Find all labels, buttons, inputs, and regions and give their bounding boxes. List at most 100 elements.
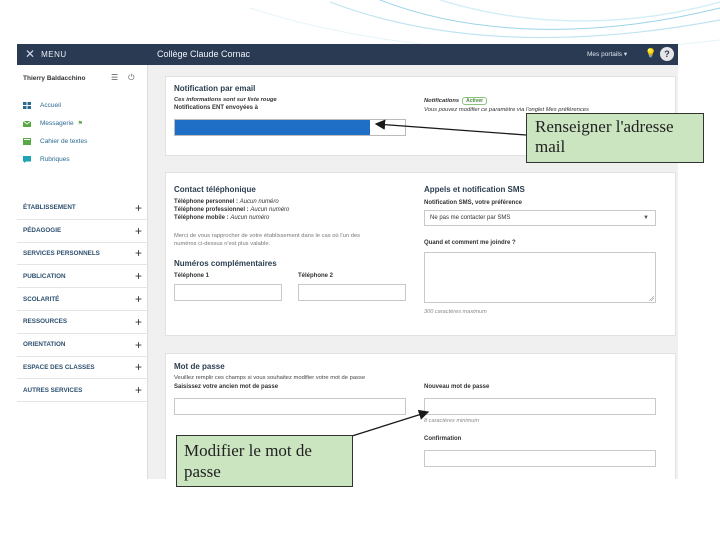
- sms-pref-select[interactable]: Ne pas me contacter par SMS ▼: [424, 210, 656, 226]
- menu-label: MENU: [41, 49, 67, 59]
- settings-icon[interactable]: ☰: [111, 73, 118, 83]
- password-callout: Modifier le mot de passe: [176, 435, 353, 487]
- phone-panel-title: Contact téléphonique: [174, 185, 256, 194]
- sidebar-item-messagerie[interactable]: Messagerie ⚑: [23, 114, 143, 132]
- when-label: Quand et comment me joindre ?: [424, 240, 516, 246]
- password-intro: Veuillez remplir ces champs si vous souh…: [174, 375, 366, 381]
- phone2-label: Téléphone 2: [298, 273, 334, 279]
- menu-button[interactable]: ✕ MENU: [25, 47, 67, 61]
- old-password-input[interactable]: [174, 398, 406, 415]
- when-textarea[interactable]: [424, 252, 656, 303]
- resize-handle-icon[interactable]: [649, 296, 654, 301]
- section-label: ÉTABLISSEMENT: [23, 204, 76, 212]
- close-icon: ✕: [25, 47, 36, 61]
- power-icon[interactable]: ⏻: [128, 73, 134, 83]
- max-chars-hint: 300 caractères maximum: [424, 309, 487, 315]
- phone1-input[interactable]: [174, 284, 282, 301]
- new-password-label: Nouveau mot de passe: [424, 384, 490, 390]
- caret-down-icon: ▼: [643, 215, 649, 221]
- user-actions: ☰ ⏻: [111, 73, 135, 83]
- notifications-status-badge[interactable]: Activer: [462, 97, 488, 105]
- section-label: RESSOURCES: [23, 318, 68, 326]
- pro-phone-label: Téléphone professionnel :: [174, 207, 249, 213]
- chat-icon: [23, 155, 31, 163]
- plus-icon[interactable]: +: [135, 224, 142, 238]
- sms-pref-value: Ne pas me contacter par SMS: [430, 215, 511, 221]
- section-label: AUTRES SERVICES: [23, 386, 83, 394]
- email-field[interactable]: [174, 119, 406, 136]
- sidebar-item-rubriques[interactable]: Rubriques: [23, 150, 143, 168]
- section-label: PUBLICATION: [23, 272, 66, 280]
- plus-icon[interactable]: +: [135, 246, 142, 260]
- confirm-password-input[interactable]: [424, 450, 656, 467]
- sidebar-nav: Accueil Messagerie ⚑ Cahier de textes Ru…: [23, 96, 143, 168]
- pro-phone-value: Aucun numéro: [250, 207, 290, 213]
- portails-dropdown[interactable]: Mes portails ▾: [587, 50, 627, 58]
- email-callout: Renseigner l'adresse mail: [526, 113, 704, 163]
- personal-phone-row: Téléphone personnel : Aucun numéro: [174, 199, 279, 205]
- book-icon: [23, 137, 31, 145]
- section-scolarite[interactable]: SCOLARITÉ +: [17, 288, 148, 311]
- user-name: Thierry Baldacchino: [23, 75, 86, 82]
- mobile-phone-row: Téléphone mobile : Aucun numéro: [174, 215, 269, 221]
- plus-icon[interactable]: +: [135, 383, 142, 397]
- mobile-phone-label: Téléphone mobile :: [174, 215, 229, 221]
- new-password-input[interactable]: [424, 398, 656, 415]
- email-panel-title: Notification par email: [174, 84, 256, 93]
- phone-note-line2: numéros ci-dessus n'est plus valable.: [174, 241, 271, 247]
- section-label: PÉDAGOGIE: [23, 227, 62, 235]
- old-password-label: Saisissez votre ancien mot de passe: [174, 384, 279, 390]
- plus-icon[interactable]: +: [135, 201, 142, 215]
- plus-icon[interactable]: +: [135, 269, 142, 283]
- sidebar-sections: ÉTABLISSEMENT + PÉDAGOGIE + SERVICES PERSO…: [17, 197, 148, 403]
- mail-icon: [23, 120, 31, 127]
- sidebar-item-accueil[interactable]: Accueil: [23, 96, 143, 114]
- section-label: SCOLARITÉ: [23, 295, 60, 303]
- section-espace-classes[interactable]: ESPACE DES CLASSES +: [17, 357, 148, 380]
- college-name: Collège Claude Cornac: [157, 49, 251, 59]
- phone1-label: Téléphone 1: [174, 273, 210, 279]
- extra-numbers-title: Numéros complémentaires: [174, 259, 277, 268]
- password-panel-title: Mot de passe: [174, 362, 225, 371]
- top-bar: ✕ MENU Collège Claude Cornac Mes portail…: [17, 44, 678, 65]
- screenshot-frame: ✕ MENU Collège Claude Cornac Mes portail…: [17, 44, 678, 479]
- section-publication[interactable]: PUBLICATION +: [17, 265, 148, 289]
- sidebar-item-label: Messagerie: [40, 119, 74, 127]
- plus-icon[interactable]: +: [135, 338, 142, 352]
- plus-icon[interactable]: +: [135, 360, 142, 374]
- section-ressources[interactable]: RESSOURCES +: [17, 311, 148, 334]
- sidebar-item-cahier[interactable]: Cahier de textes: [23, 132, 143, 150]
- notifications-row: Notifications Activer: [424, 97, 488, 105]
- help-button[interactable]: ?: [660, 47, 674, 61]
- sms-pref-label: Notification SMS, votre préférence: [424, 200, 523, 206]
- min-chars-hint: 8 caractères minimum: [424, 418, 480, 424]
- section-services-personnels[interactable]: SERVICES PERSONNELS +: [17, 243, 148, 266]
- section-etablissement[interactable]: ÉTABLISSEMENT +: [17, 197, 148, 220]
- plus-icon[interactable]: +: [135, 292, 142, 306]
- personal-phone-value: Aucun numéro: [239, 199, 279, 205]
- email-field-redaction: [175, 120, 370, 135]
- mobile-phone-value: Aucun numéro: [230, 215, 270, 221]
- section-pedagogie[interactable]: PÉDAGOGIE +: [17, 220, 148, 243]
- phone2-input[interactable]: [298, 284, 406, 301]
- email-panel-note: Ces informations sont sur liste rouge: [174, 97, 277, 103]
- section-autres-services[interactable]: AUTRES SERVICES +: [17, 379, 148, 403]
- sms-panel-title: Appels et notification SMS: [424, 185, 525, 194]
- sidebar: Thierry Baldacchino ☰ ⏻ Accueil Messager…: [17, 65, 148, 479]
- section-orientation[interactable]: ORIENTATION +: [17, 334, 148, 357]
- phone-note-line1: Merci de vous rapprocher de votre établi…: [174, 233, 361, 239]
- sidebar-item-label: Rubriques: [40, 155, 70, 163]
- lightbulb-icon[interactable]: 💡: [645, 48, 656, 59]
- grid-icon: [23, 101, 31, 109]
- notifications-label: Notifications: [424, 98, 460, 104]
- pro-phone-row: Téléphone professionnel : Aucun numéro: [174, 207, 289, 213]
- plus-icon[interactable]: +: [135, 315, 142, 329]
- phone-contact-panel: Contact téléphonique Téléphone personnel…: [165, 172, 676, 336]
- section-label: SERVICES PERSONNELS: [23, 249, 100, 257]
- sidebar-item-label: Cahier de textes: [40, 137, 88, 145]
- section-label: ESPACE DES CLASSES: [23, 363, 95, 371]
- sidebar-item-label: Accueil: [40, 101, 61, 109]
- personal-phone-label: Téléphone personnel :: [174, 199, 239, 205]
- section-label: ORIENTATION: [23, 341, 66, 349]
- email-field-label: Notifications ENT envoyées à: [174, 105, 259, 111]
